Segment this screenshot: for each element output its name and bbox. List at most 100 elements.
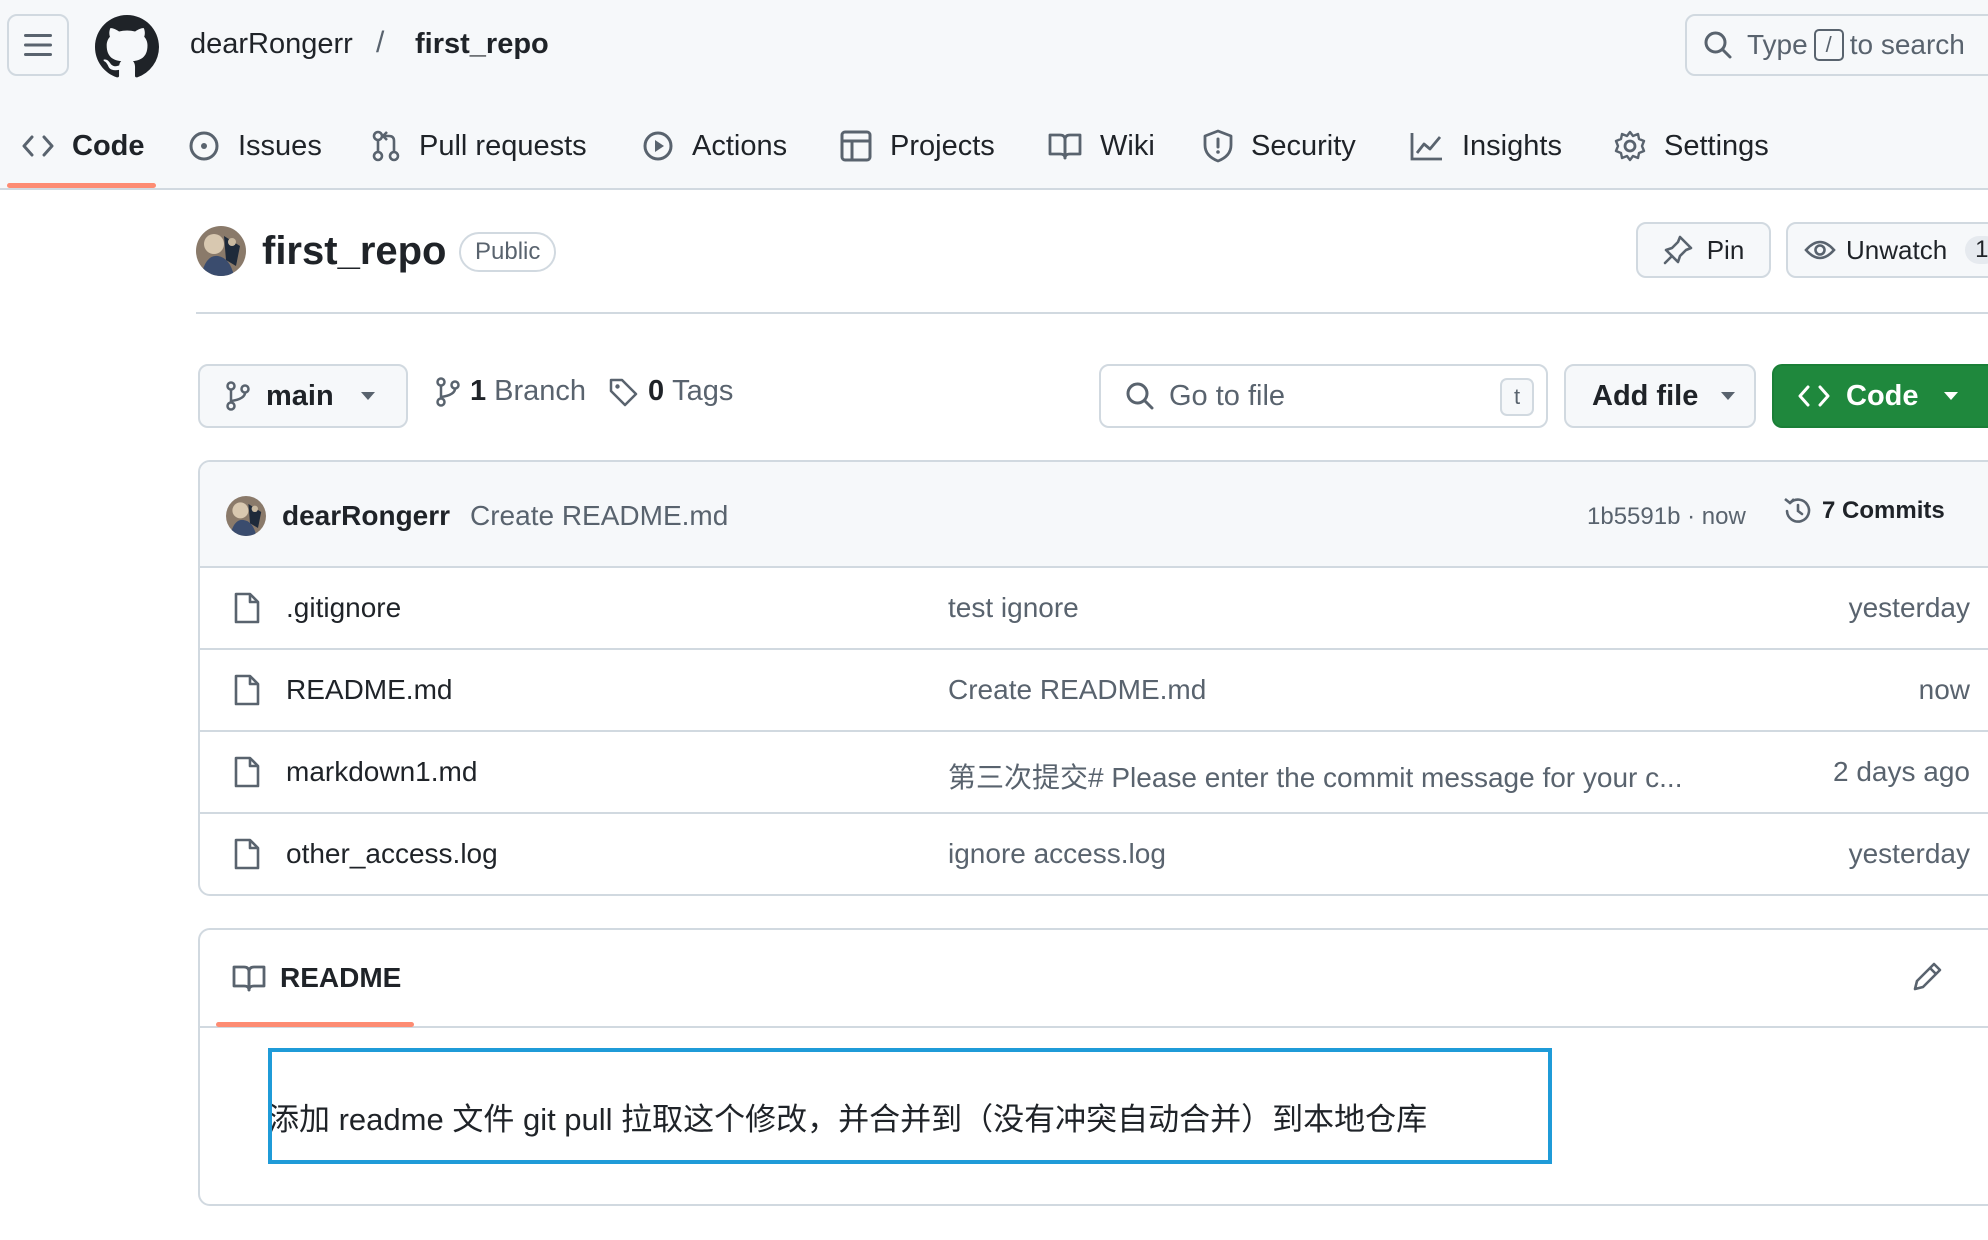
repo-title[interactable]: first_repo	[262, 229, 447, 274]
tab-issues[interactable]: Issues	[188, 120, 322, 172]
branch-icon	[436, 376, 460, 407]
pin-button[interactable]: Pin	[1636, 222, 1771, 278]
pin-button-label: Pin	[1706, 234, 1745, 265]
tab-insights[interactable]: Insights	[1410, 120, 1562, 172]
commit-author-link[interactable]: dearRongerr	[282, 500, 450, 532]
file-row[interactable]: README.md Create README.md now	[200, 650, 1988, 732]
menu-button[interactable]	[7, 14, 69, 76]
search-prefix-text: Type	[1747, 29, 1808, 60]
unwatch-button[interactable]: Unwatch 1	[1786, 222, 1988, 278]
tab-wiki[interactable]: Wiki	[1048, 120, 1155, 172]
tab-settings-label: Settings	[1664, 129, 1769, 162]
file-commit-message-link[interactable]: test ignore	[948, 592, 1079, 624]
file-browser: dearRongerr Create README.md 1b5591b · n…	[198, 460, 1988, 896]
commit-sha-time[interactable]: 1b5591b · now	[1587, 503, 1746, 531]
pencil-icon[interactable]	[1912, 960, 1944, 992]
repo-header-bar: dearRongerr / first_repo Type / to searc…	[0, 0, 1988, 190]
file-name-link[interactable]: README.md	[286, 674, 452, 706]
play-icon	[643, 131, 673, 161]
book-icon	[1048, 133, 1082, 160]
tags-link[interactable]: 0 Tags	[608, 375, 733, 408]
file-commit-message-link[interactable]: Create README.md	[948, 674, 1206, 706]
watch-count-badge: 1	[1965, 236, 1988, 264]
unwatch-button-label: Unwatch	[1846, 234, 1948, 265]
add-file-label: Add file	[1592, 379, 1699, 412]
repo-header-divider	[196, 312, 1988, 314]
go-to-file-input[interactable]: Go to file t	[1099, 364, 1548, 428]
tab-projects[interactable]: Projects	[840, 120, 995, 172]
breadcrumb-repo-link[interactable]: first_repo	[415, 28, 549, 61]
code-icon	[1798, 385, 1830, 407]
branches-count: 1	[470, 375, 487, 407]
annotation-highlight-box	[268, 1048, 1552, 1164]
tab-wiki-label: Wiki	[1100, 129, 1155, 162]
file-icon	[234, 674, 260, 706]
commit-message-link[interactable]: Create README.md	[470, 500, 728, 532]
tab-security-label: Security	[1251, 129, 1356, 162]
readme-header: README	[200, 930, 1988, 1028]
graph-icon	[1410, 133, 1442, 161]
commits-count-label: 7 Commits	[1822, 497, 1945, 524]
pull-request-icon	[372, 130, 400, 162]
caret-down-icon	[1943, 392, 1958, 400]
breadcrumb-owner-link[interactable]: dearRongerr	[190, 28, 353, 61]
file-name-link[interactable]: .gitignore	[286, 592, 401, 624]
latest-commit-bar: dearRongerr Create README.md 1b5591b · n…	[200, 462, 1988, 568]
branches-link[interactable]: 1 Branch	[436, 375, 586, 408]
file-commit-message-link[interactable]: ignore access.log	[948, 838, 1166, 870]
github-logo-icon[interactable]	[95, 15, 159, 79]
search-icon	[1704, 31, 1732, 59]
file-commit-time: now	[1918, 674, 1970, 705]
file-commit-time: 2 days ago	[1833, 756, 1970, 787]
tab-code[interactable]: Code	[22, 120, 145, 172]
branch-selector-button[interactable]: main	[198, 364, 408, 428]
gear-icon	[1614, 130, 1646, 162]
avatar-image	[196, 226, 246, 276]
file-icon	[234, 592, 260, 624]
go-to-file-placeholder: Go to file	[1169, 379, 1286, 412]
global-search-button[interactable]: Type / to search	[1685, 14, 1988, 76]
caret-down-icon	[1721, 392, 1736, 400]
hamburger-icon	[24, 34, 52, 56]
code-button-label: Code	[1846, 379, 1919, 412]
file-name-link[interactable]: markdown1.md	[286, 756, 477, 788]
tab-insights-label: Insights	[1462, 129, 1562, 162]
file-icon	[234, 838, 260, 870]
history-icon	[1784, 497, 1811, 523]
file-name-link[interactable]: other_access.log	[286, 838, 498, 870]
commits-history-link[interactable]: 7 Commits	[1782, 495, 1945, 527]
search-suffix-text: to search	[1849, 29, 1965, 60]
tab-security[interactable]: Security	[1203, 120, 1356, 172]
active-tab-indicator	[7, 183, 156, 188]
tab-settings[interactable]: Settings	[1614, 120, 1769, 172]
code-button[interactable]: Code	[1772, 364, 1988, 428]
visibility-badge: Public	[459, 232, 557, 272]
tag-icon	[609, 378, 638, 406]
file-row[interactable]: markdown1.md 第三次提交# Please enter the com…	[200, 732, 1988, 814]
tags-label: Tags	[672, 375, 734, 407]
breadcrumb-separator: /	[376, 26, 385, 59]
readme-tab[interactable]: README	[232, 962, 401, 994]
add-file-button[interactable]: Add file	[1564, 364, 1756, 428]
owner-avatar[interactable]	[196, 226, 246, 276]
file-commit-time: yesterday	[1848, 838, 1970, 869]
tab-projects-label: Projects	[890, 129, 995, 162]
commit-author-avatar[interactable]	[226, 496, 266, 536]
tab-actions-label: Actions	[692, 129, 788, 162]
file-commit-message-link[interactable]: 第三次提交# Please enter the commit message f…	[948, 756, 1682, 796]
readme-tab-label: README	[280, 962, 402, 993]
tab-actions[interactable]: Actions	[642, 120, 787, 172]
file-icon	[234, 756, 260, 788]
caret-down-icon	[360, 392, 375, 400]
search-icon	[1126, 382, 1154, 410]
tab-pull-requests[interactable]: Pull requests	[371, 120, 587, 172]
tab-pull-requests-label: Pull requests	[419, 129, 587, 162]
file-row[interactable]: .gitignore test ignore yesterday	[200, 568, 1988, 650]
search-shortcut-key: /	[1813, 29, 1844, 61]
eye-icon	[1804, 240, 1836, 260]
file-commit-time: yesterday	[1848, 592, 1970, 623]
file-row[interactable]: other_access.log ignore access.log yeste…	[200, 814, 1988, 894]
code-icon	[22, 135, 54, 157]
avatar-image	[226, 496, 266, 536]
book-icon	[232, 965, 266, 992]
